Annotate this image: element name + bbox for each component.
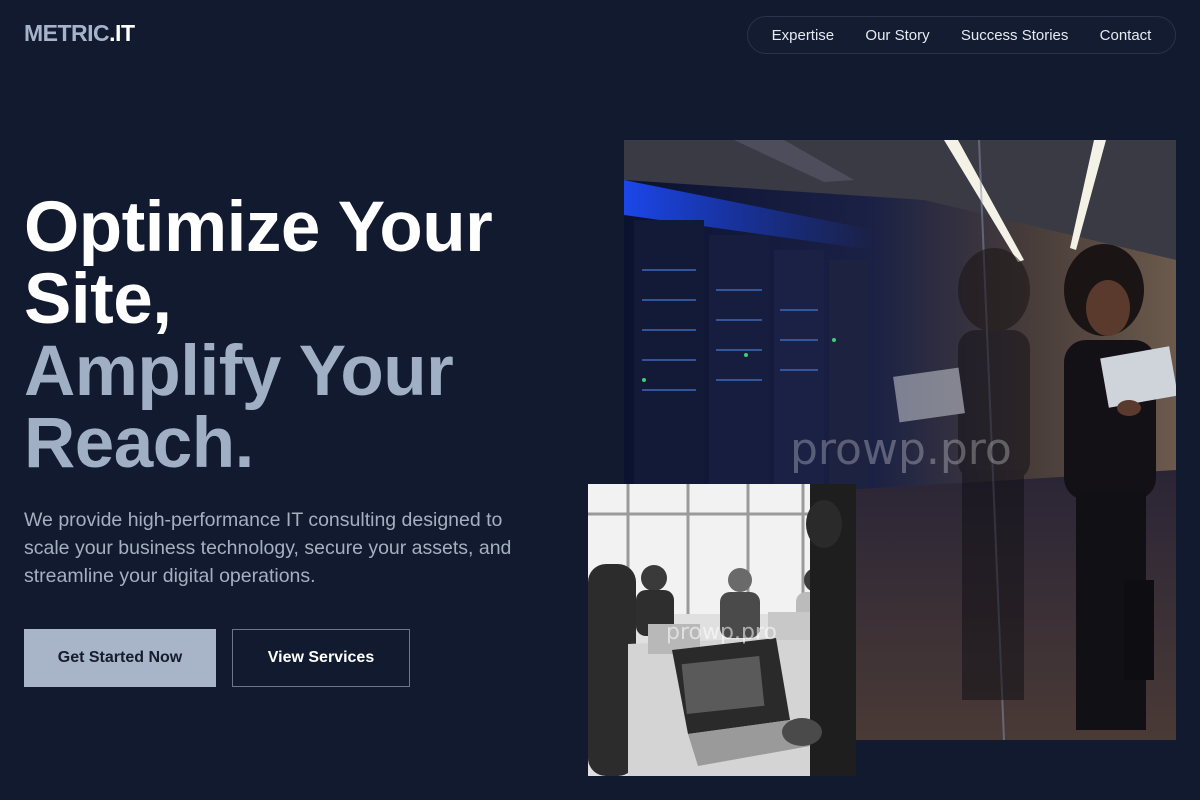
nav-link-our-story[interactable]: Our Story [865, 27, 929, 44]
nav-link-success-stories[interactable]: Success Stories [961, 27, 1069, 44]
hero-description: We provide high-performance IT consultin… [24, 509, 512, 587]
get-started-button[interactable]: Get Started Now [24, 629, 216, 687]
nav-link-contact[interactable]: Contact [1100, 27, 1152, 44]
hero-headline: Optimize Your Site, Amplify Your Reach. [24, 192, 584, 480]
nav-link-expertise[interactable]: Expertise [772, 27, 835, 44]
logo-text-primary: METRIC [24, 20, 110, 46]
main-nav: Expertise Our Story Success Stories Cont… [747, 16, 1176, 54]
team-meeting-photo [588, 484, 856, 776]
brand-logo[interactable]: METRIC.IT [24, 20, 135, 47]
view-services-button[interactable]: View Services [232, 629, 410, 687]
headline-line-2: Amplify Your Reach. [24, 332, 454, 483]
logo-text-suffix: .IT [109, 20, 135, 46]
headline-line-1: Optimize Your Site, [24, 188, 493, 339]
landing-page: METRIC.IT Expertise Our Story Success St… [0, 0, 1200, 800]
